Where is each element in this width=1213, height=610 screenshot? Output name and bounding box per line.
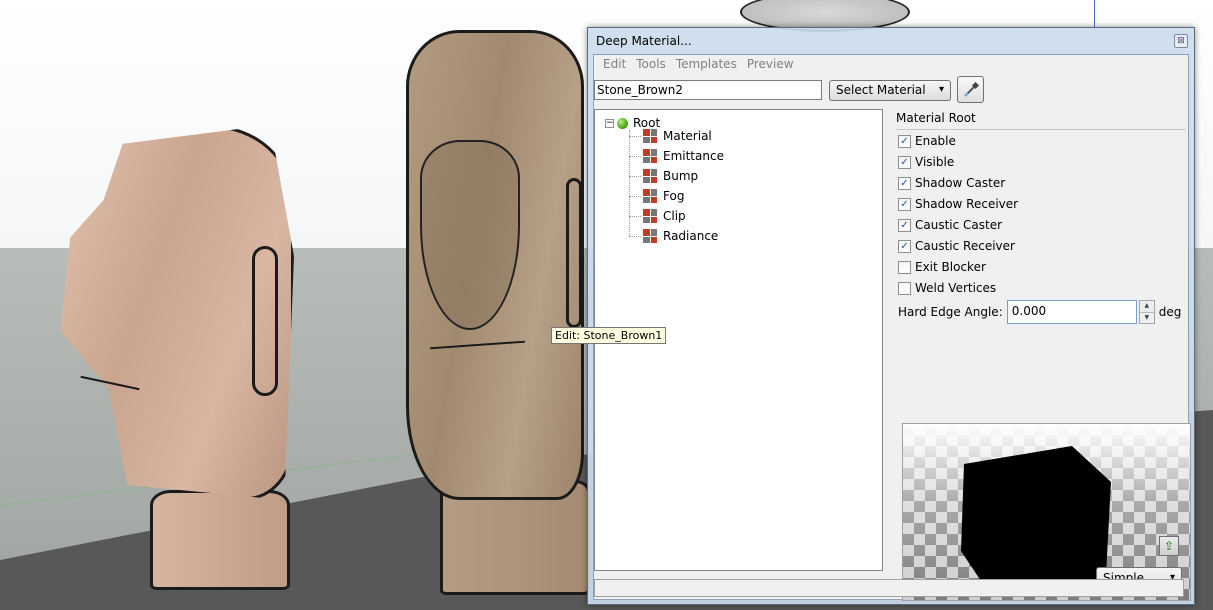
check-icon[interactable]: ✓ — [898, 197, 911, 211]
dialog-titlebar[interactable]: Deep Material... ⊠ — [588, 28, 1194, 54]
angle-unit: deg — [1158, 305, 1182, 319]
checkbox-label: Enable — [915, 134, 956, 148]
checkbox-caustic-caster[interactable]: ✓ Caustic Caster — [898, 215, 1002, 235]
menu-tools[interactable]: Tools — [631, 57, 671, 72]
emittance-node-icon — [643, 149, 657, 163]
checkbox-label: Visible — [915, 155, 955, 169]
material-name-field[interactable]: Stone_Brown2 — [594, 80, 822, 100]
moai-1-ear — [252, 246, 278, 396]
tree-item-emittance[interactable]: Emittance — [629, 146, 724, 166]
root-node-icon — [617, 117, 628, 129]
eyedropper-icon — [964, 81, 980, 97]
menu-edit[interactable]: Edit — [598, 57, 631, 72]
check-icon[interactable]: ✓ — [898, 155, 911, 169]
checkbox-caustic-receiver[interactable]: ✓ Caustic Receiver — [898, 236, 1015, 256]
check-icon[interactable]: ✓ — [898, 239, 911, 253]
tree-item-clip[interactable]: Clip — [629, 206, 686, 226]
material-preview[interactable]: ⇪ Simple ▾ — [902, 423, 1191, 601]
hard-edge-angle-input[interactable]: 0.000 — [1006, 300, 1137, 324]
checkbox-shadow-caster[interactable]: ✓ Shadow Caster — [898, 173, 1005, 193]
refresh-icon[interactable]: ⇪ — [1159, 536, 1179, 556]
angle-spinner[interactable]: ▲ ▼ — [1138, 300, 1155, 324]
tree-item-label: Radiance — [663, 229, 719, 243]
eyedropper-button[interactable] — [957, 76, 984, 103]
bump-node-icon — [643, 169, 657, 183]
checkbox-label: Weld Vertices — [915, 281, 997, 295]
checkbox-label: Shadow Receiver — [915, 197, 1019, 211]
checkbox-visible[interactable]: ✓ Visible — [898, 152, 954, 172]
tree-item-label: Material — [663, 129, 712, 143]
hard-edge-angle-row: Hard Edge Angle: 0.000 ▲ ▼ deg — [898, 299, 1181, 325]
checkbox-shadow-receiver[interactable]: ✓ Shadow Receiver — [898, 194, 1018, 214]
tree-item-radiance[interactable]: Radiance — [629, 226, 718, 246]
menu-bar: Edit Tools Templates Preview — [594, 55, 1188, 74]
dialog-client-area: Edit Tools Templates Preview Stone_Brown… — [593, 54, 1191, 601]
tree-item-label: Bump — [663, 169, 699, 183]
check-icon[interactable]: ✓ — [898, 176, 911, 190]
collapse-icon[interactable]: − — [605, 118, 614, 128]
unchecked-box-icon[interactable] — [898, 260, 911, 274]
checkbox-enable[interactable]: ✓ Enable — [898, 131, 956, 151]
check-icon[interactable]: ✓ — [898, 218, 911, 232]
material-node-icon — [643, 129, 657, 143]
checkbox-weld-vertices[interactable]: Weld Vertices — [898, 278, 996, 298]
menu-preview[interactable]: Preview — [742, 57, 799, 72]
tree-item-label: Fog — [663, 189, 685, 203]
tree-item-material[interactable]: Material — [629, 126, 712, 146]
status-bar — [594, 579, 1184, 597]
select-material-dropdown[interactable]: Select Material ▾ — [829, 80, 951, 101]
checkbox-label: Caustic Receiver — [915, 239, 1015, 253]
properties-title: Material Root — [896, 109, 1186, 130]
radiance-node-icon — [643, 229, 657, 243]
select-material-label: Select Material — [836, 83, 926, 97]
dropdown-caret-icon: ▾ — [938, 84, 944, 95]
clip-node-icon — [643, 209, 657, 223]
close-icon[interactable]: ⊠ — [1174, 34, 1188, 48]
tree-item-bump[interactable]: Bump — [629, 166, 698, 186]
edit-tooltip: Edit: Stone_Brown1 — [551, 327, 667, 344]
spin-down-icon[interactable]: ▼ — [1139, 311, 1154, 324]
tree-item-label: Emittance — [663, 149, 724, 163]
pane-splitter[interactable] — [887, 109, 890, 571]
tree-item-label: Clip — [663, 209, 686, 223]
check-icon[interactable]: ✓ — [898, 134, 911, 148]
hard-edge-angle-label: Hard Edge Angle: — [898, 305, 1003, 319]
moai-1-base[interactable] — [150, 490, 290, 590]
checkbox-exit-blocker[interactable]: Exit Blocker — [898, 257, 986, 277]
fog-node-icon — [643, 189, 657, 203]
checkbox-label: Caustic Caster — [915, 218, 1003, 232]
preview-cube — [961, 446, 1111, 596]
menu-templates[interactable]: Templates — [671, 57, 742, 72]
moai-2-ear — [566, 178, 582, 328]
checkbox-label: Shadow Caster — [915, 176, 1006, 190]
spin-up-icon[interactable]: ▲ — [1140, 301, 1154, 312]
deep-material-dialog: Deep Material... ⊠ Edit Tools Templates … — [587, 27, 1195, 605]
unchecked-box-icon[interactable] — [898, 281, 911, 295]
dialog-title: Deep Material... — [596, 34, 692, 48]
tree-item-fog[interactable]: Fog — [629, 186, 684, 206]
checkbox-label: Exit Blocker — [915, 260, 986, 274]
